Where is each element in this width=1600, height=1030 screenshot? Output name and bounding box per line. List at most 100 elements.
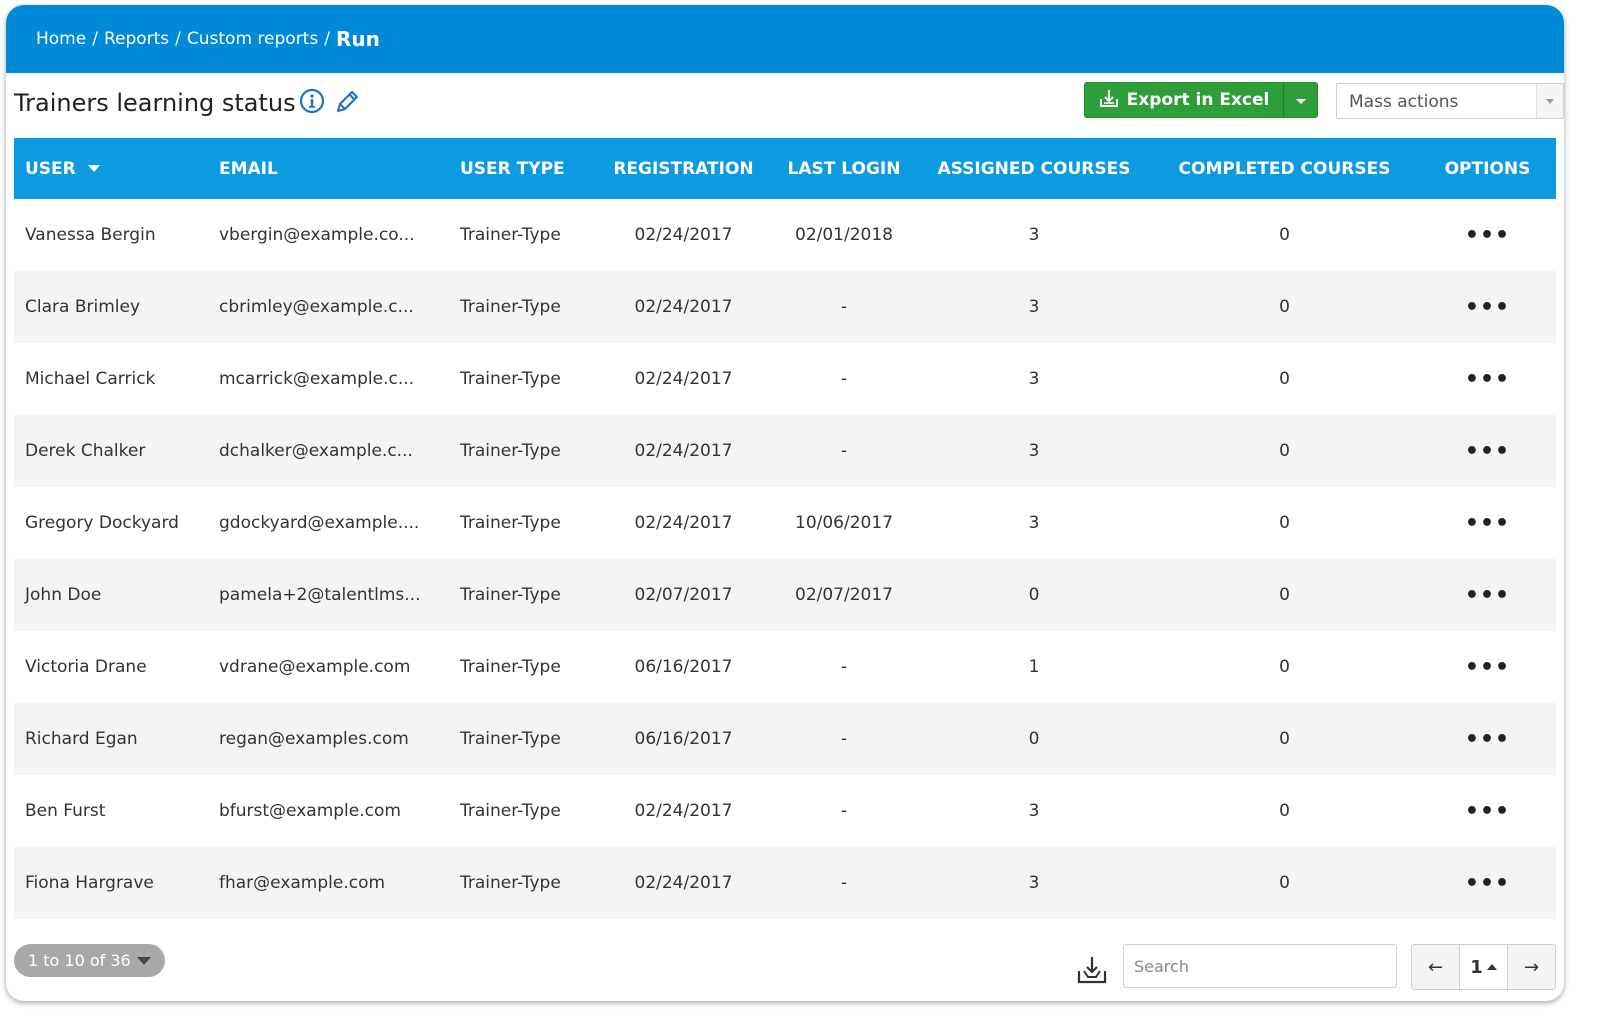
sort-caret-icon <box>87 165 100 172</box>
cell-user[interactable]: Ben Furst <box>14 775 208 847</box>
row-options-icon[interactable]: ••• <box>1465 295 1510 320</box>
cell-completed-courses: 0 <box>1150 559 1419 631</box>
cell-email: vdrane@example.com <box>219 657 411 677</box>
cell-user-type: Trainer-Type <box>460 801 561 821</box>
column-header-user-type[interactable]: User type <box>449 138 597 199</box>
cell-user[interactable]: Clara Brimley <box>14 271 208 343</box>
cell-assigned-courses: 3 <box>1028 369 1040 389</box>
download-tray-icon[interactable] <box>1076 955 1108 989</box>
table-row: John Doe pamela+2@talentlms... Trainer-Typ… <box>14 559 1556 631</box>
cell-last-login: - <box>770 415 918 487</box>
breadcrumb-separator: / <box>92 29 98 49</box>
breadcrumb-separator: / <box>324 29 330 49</box>
caret-up-icon <box>1486 964 1497 970</box>
prev-page-button[interactable]: ← <box>1412 945 1460 989</box>
cell-registration: 02/24/2017 <box>597 847 770 919</box>
cell-user[interactable]: Michael Carrick <box>14 343 208 415</box>
row-options-icon[interactable]: ••• <box>1465 511 1510 536</box>
cell-registration: 02/24/2017 <box>634 369 733 389</box>
column-header-last-login[interactable]: Last login <box>770 138 918 199</box>
cell-assigned-courses: 1 <box>1028 657 1040 677</box>
breadcrumb-reports[interactable]: Reports <box>104 29 169 49</box>
cell-last-login: - <box>840 657 848 677</box>
row-options-icon[interactable]: ••• <box>1465 223 1510 248</box>
table-row: Derek Chalker dchalker@example.c... Traine… <box>14 415 1556 487</box>
page-title: Trainers learning status <box>14 89 296 117</box>
breadcrumb-bar: Home / Reports / Custom reports / Run <box>6 5 1564 73</box>
cell-user-type: Trainer-Type <box>449 847 597 919</box>
cell-user[interactable]: Gregory Dockyard <box>14 487 208 559</box>
edit-pencil-icon[interactable] <box>333 88 361 116</box>
row-options-icon[interactable]: ••• <box>1465 367 1510 392</box>
table-row: Richard Egan regan@examples.com Trainer-Ty… <box>14 703 1556 775</box>
cell-user-type: Trainer-Type <box>449 415 597 487</box>
cell-completed-courses: 0 <box>1279 225 1290 245</box>
column-header-registration[interactable]: Registration <box>597 138 770 199</box>
export-options-toggle[interactable] <box>1283 83 1317 117</box>
cell-user[interactable]: Vanessa Bergin <box>14 199 208 271</box>
cell-completed-courses: 0 <box>1279 657 1290 677</box>
pagination: ← 1 → <box>1411 944 1556 990</box>
row-options-icon[interactable]: ••• <box>1465 583 1510 608</box>
caret-down-icon <box>136 956 151 965</box>
table-header-row: User Email User type Registration Last l… <box>14 138 1556 199</box>
caret-down-icon <box>1295 91 1307 110</box>
current-page-selector[interactable]: 1 <box>1460 945 1508 989</box>
cell-email: bfurst@example.com <box>219 801 401 821</box>
current-page-number: 1 <box>1470 956 1483 978</box>
title-bar: Trainers learning status Export in Excel… <box>14 75 1564 137</box>
row-options-icon[interactable]: ••• <box>1465 727 1510 752</box>
cell-user-type: Trainer-Type <box>449 271 597 343</box>
export-excel-main[interactable]: Export in Excel <box>1085 83 1283 117</box>
cell-user[interactable]: Fiona Hargrave <box>14 847 208 919</box>
mass-actions-select[interactable]: Mass actions <box>1336 83 1564 119</box>
row-options-icon[interactable]: ••• <box>1465 871 1510 896</box>
cell-assigned-courses: 3 <box>1028 225 1040 245</box>
chevron-down-icon[interactable] <box>1536 84 1563 118</box>
cell-completed-courses: 0 <box>1279 801 1290 821</box>
cell-registration: 06/16/2017 <box>634 657 733 677</box>
cell-assigned-courses: 3 <box>1028 801 1040 821</box>
cell-last-login: - <box>770 703 918 775</box>
cell-registration: 02/24/2017 <box>597 415 770 487</box>
cell-user-type: Trainer-Type <box>449 559 597 631</box>
cell-registration: 02/24/2017 <box>634 513 733 533</box>
export-download-icon <box>1099 88 1119 113</box>
cell-last-login: - <box>770 847 918 919</box>
cell-user[interactable]: John Doe <box>14 559 208 631</box>
breadcrumb-home[interactable]: Home <box>36 29 86 49</box>
cell-last-login: 02/01/2018 <box>795 225 893 245</box>
page-size-dropdown[interactable]: 1 to 10 of 36 <box>14 944 165 977</box>
cell-user[interactable]: Richard Egan <box>14 703 208 775</box>
column-header-completed-courses[interactable]: Completed courses <box>1150 138 1419 199</box>
row-options-icon[interactable]: ••• <box>1465 655 1510 680</box>
export-excel-button[interactable]: Export in Excel <box>1084 82 1318 118</box>
cell-completed-courses: 0 <box>1150 415 1419 487</box>
info-icon[interactable] <box>299 88 325 116</box>
row-options-icon[interactable]: ••• <box>1465 799 1510 824</box>
breadcrumb-custom-reports[interactable]: Custom reports <box>187 29 318 49</box>
column-header-user[interactable]: User <box>14 138 208 199</box>
cell-registration: 06/16/2017 <box>597 703 770 775</box>
next-page-button[interactable]: → <box>1508 945 1555 989</box>
cell-user[interactable]: Victoria Drane <box>14 631 208 703</box>
search-input[interactable] <box>1123 944 1397 988</box>
table-body: Vanessa Bergin vbergin@example.co... Train… <box>14 199 1556 919</box>
column-header-assigned-courses[interactable]: Assigned courses <box>918 138 1150 199</box>
cell-assigned-courses: 0 <box>918 703 1150 775</box>
table-row: Ben Furst bfurst@example.com Trainer-Type 0… <box>14 775 1556 847</box>
cell-user-type: Trainer-Type <box>460 513 561 533</box>
cell-user[interactable]: Derek Chalker <box>14 415 208 487</box>
column-header-options: Options <box>1419 138 1556 199</box>
cell-email: mcarrick@example.c... <box>219 369 415 389</box>
column-header-email[interactable]: Email <box>208 138 449 199</box>
table-row: Michael Carrick mcarrick@example.c... Trai… <box>14 343 1556 415</box>
cell-completed-courses: 0 <box>1150 271 1419 343</box>
cell-last-login: - <box>840 369 848 389</box>
cell-email: dchalker@example.c... <box>208 415 449 487</box>
cell-last-login: 10/06/2017 <box>795 513 893 533</box>
cell-email: gdockyard@example.... <box>219 513 420 533</box>
cell-registration: 02/24/2017 <box>634 225 733 245</box>
cell-user-type: Trainer-Type <box>460 657 561 677</box>
row-options-icon[interactable]: ••• <box>1465 439 1510 464</box>
